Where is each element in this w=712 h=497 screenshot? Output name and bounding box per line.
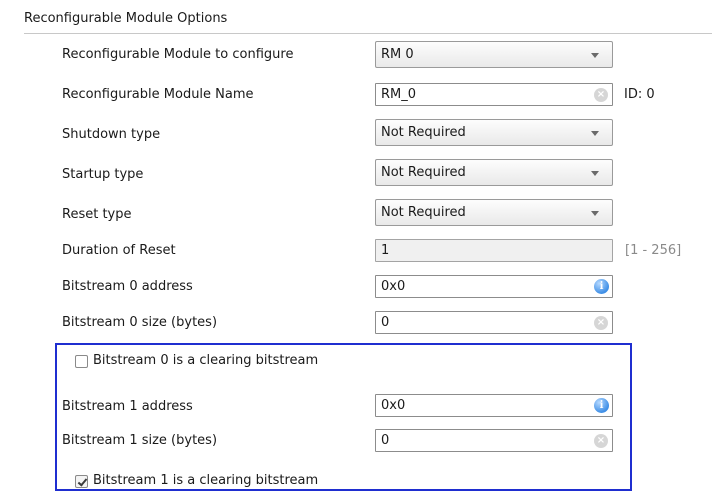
- chevron-down-icon: [591, 53, 599, 58]
- reset-type-value: Not Required: [381, 205, 466, 220]
- bitstream1-size-input[interactable]: 0 ×: [375, 429, 613, 452]
- duration-of-reset-field[interactable]: 1: [375, 239, 613, 262]
- clear-icon[interactable]: ×: [594, 88, 608, 102]
- bitstream0-address-label: Bitstream 0 address: [62, 279, 193, 294]
- startup-type-value: Not Required: [381, 165, 466, 180]
- rm-id-text: ID: 0: [624, 87, 655, 102]
- bitstream0-clearing-checkbox[interactable]: [75, 355, 88, 368]
- rm-name-input[interactable]: RM_0 ×: [375, 83, 613, 106]
- duration-of-reset-label: Duration of Reset: [62, 243, 176, 258]
- duration-of-reset-value: 1: [381, 243, 390, 258]
- bitstream0-size-value: 0: [381, 315, 390, 330]
- bitstream1-clearing-checkbox[interactable]: [75, 475, 88, 488]
- chevron-down-icon: [591, 211, 599, 216]
- bitstream1-size-label: Bitstream 1 size (bytes): [62, 433, 218, 448]
- rm-name-label: Reconfigurable Module Name: [62, 87, 254, 102]
- shutdown-type-dropdown[interactable]: Not Required: [375, 119, 613, 146]
- bitstream1-address-value: 0x0: [381, 398, 406, 413]
- duration-range-hint: [1 - 256]: [625, 243, 682, 258]
- clear-icon[interactable]: ×: [594, 316, 608, 330]
- bitstream1-address-label: Bitstream 1 address: [62, 399, 193, 414]
- rm-to-configure-label: Reconfigurable Module to configure: [62, 47, 294, 62]
- bitstream1-size-value: 0: [381, 433, 390, 448]
- info-icon[interactable]: i: [594, 279, 609, 294]
- startup-type-dropdown[interactable]: Not Required: [375, 159, 613, 186]
- bitstream1-clearing-label[interactable]: Bitstream 1 is a clearing bitstream: [93, 473, 318, 488]
- startup-type-label: Startup type: [62, 167, 144, 182]
- reset-type-label: Reset type: [62, 207, 132, 222]
- chevron-down-icon: [591, 171, 599, 176]
- shutdown-type-value: Not Required: [381, 125, 466, 140]
- info-icon[interactable]: i: [594, 398, 609, 413]
- section-title: Reconfigurable Module Options: [24, 11, 228, 26]
- section-divider: [24, 33, 712, 34]
- bitstream0-size-input[interactable]: 0 ×: [375, 311, 613, 334]
- bitstream0-address-value: 0x0: [381, 279, 406, 294]
- clear-icon[interactable]: ×: [594, 434, 608, 448]
- bitstream0-address-input[interactable]: 0x0 i: [375, 275, 613, 298]
- rm-name-value: RM_0: [381, 87, 417, 102]
- checkmark-icon: [77, 476, 88, 487]
- reset-type-dropdown[interactable]: Not Required: [375, 199, 613, 226]
- rm-to-configure-dropdown[interactable]: RM 0: [375, 41, 613, 68]
- chevron-down-icon: [591, 131, 599, 136]
- bitstream0-clearing-label[interactable]: Bitstream 0 is a clearing bitstream: [93, 353, 318, 368]
- shutdown-type-label: Shutdown type: [62, 127, 161, 142]
- bitstream1-address-input[interactable]: 0x0 i: [375, 394, 613, 417]
- rm-to-configure-value: RM 0: [381, 47, 414, 62]
- bitstream0-size-label: Bitstream 0 size (bytes): [62, 315, 218, 330]
